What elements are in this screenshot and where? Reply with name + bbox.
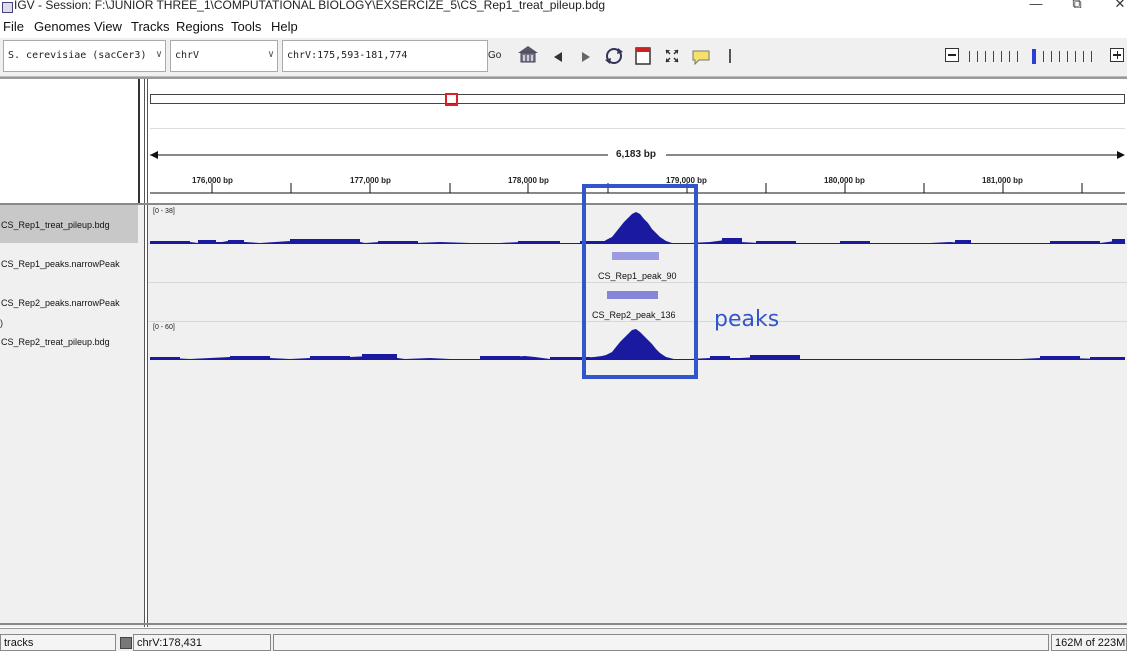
locus-input[interactable]: chrV:175,593-181,774 xyxy=(282,40,488,72)
genome-dropdown[interactable]: S. cerevisiae (sacCer3) ∨ xyxy=(3,40,166,72)
menu-bar: File Genomes View Tracks Regions Tools H… xyxy=(0,17,1127,37)
peaks-annotation: peaks xyxy=(714,307,780,332)
message-box xyxy=(273,634,1049,651)
position-box: chrV:178,431 xyxy=(133,634,271,651)
forward-arrow-icon[interactable] xyxy=(581,50,591,66)
menu-tracks[interactable]: Tracks xyxy=(131,19,170,34)
name-panel-divider[interactable] xyxy=(144,79,145,627)
drag-handle-icon[interactable]: ) xyxy=(0,318,3,328)
zoom-out-button[interactable] xyxy=(945,48,959,62)
go-button[interactable]: Go xyxy=(488,50,501,61)
window-title: IGV - Session: F:\JUNIOR THREE_1\COMPUTA… xyxy=(14,0,606,12)
panel-border-top xyxy=(0,77,1127,79)
region-of-interest-icon[interactable] xyxy=(635,47,651,68)
track-name-rep2-pileup[interactable]: CS_Rep2_treat_pileup.bdg xyxy=(1,337,110,347)
igv-app-icon xyxy=(2,2,13,13)
chromosome-ideogram[interactable] xyxy=(150,94,1125,104)
track-name-rep1-peaks[interactable]: CS_Rep1_peaks.narrowPeak xyxy=(1,259,120,269)
chevron-down-icon: ∨ xyxy=(267,49,274,60)
toolbar: S. cerevisiae (sacCer3) ∨ chrV ∨ chrV:17… xyxy=(0,38,1127,77)
zoom-in-button[interactable] xyxy=(1110,48,1124,62)
menu-view[interactable]: View xyxy=(94,19,122,34)
chevron-down-icon: ∨ xyxy=(155,49,162,60)
popup-text-icon[interactable] xyxy=(691,49,711,68)
peak-highlight-box xyxy=(582,184,698,379)
back-arrow-icon[interactable] xyxy=(553,50,563,66)
chromosome-value: chrV xyxy=(175,50,200,61)
current-region-marker xyxy=(445,93,458,106)
fit-window-icon[interactable] xyxy=(665,49,679,66)
track-count-label: tracks xyxy=(4,637,34,649)
minus-icon xyxy=(948,54,956,56)
memory-usage: 162M of 223M xyxy=(1055,637,1126,649)
home-icon[interactable] xyxy=(517,45,539,66)
menu-file[interactable]: File xyxy=(3,19,24,34)
title-bar: IGV - Session: F:\JUNIOR THREE_1\COMPUTA… xyxy=(0,0,1127,16)
track-name-rep2-peaks[interactable]: CS_Rep2_peaks.narrowPeak xyxy=(1,298,120,308)
zoom-slider[interactable] xyxy=(967,48,1099,64)
locus-value: chrV:175,593-181,774 xyxy=(287,50,408,61)
close-button[interactable]: ✕ xyxy=(1110,0,1127,14)
current-position: chrV:178,431 xyxy=(137,637,203,649)
restore-button[interactable]: ⧉ xyxy=(1067,0,1087,14)
status-bar: tracks chrV:178,431 162M of 223M xyxy=(0,628,1127,651)
memory-box: 162M of 223M xyxy=(1051,634,1127,651)
zoom-level-marker[interactable] xyxy=(1032,49,1036,64)
toolbar-divider xyxy=(729,49,731,63)
track-name-rep1-pileup[interactable]: CS_Rep1_treat_pileup.bdg xyxy=(1,220,110,230)
menu-genomes[interactable]: Genomes xyxy=(34,19,90,34)
refresh-icon[interactable] xyxy=(604,46,624,69)
minimize-button[interactable]: — xyxy=(1026,0,1046,14)
track-count-box: tracks xyxy=(0,634,116,651)
menu-regions[interactable]: Regions xyxy=(176,19,224,34)
menu-tools[interactable]: Tools xyxy=(231,19,261,34)
span-length-label: 6,183 bp xyxy=(616,149,657,160)
header-name-divider xyxy=(138,79,140,204)
chromosome-dropdown[interactable]: chrV ∨ xyxy=(170,40,278,72)
genome-value: S. cerevisiae (sacCer3) xyxy=(8,50,147,61)
memory-gc-icon[interactable] xyxy=(120,637,132,649)
menu-help[interactable]: Help xyxy=(271,19,298,34)
